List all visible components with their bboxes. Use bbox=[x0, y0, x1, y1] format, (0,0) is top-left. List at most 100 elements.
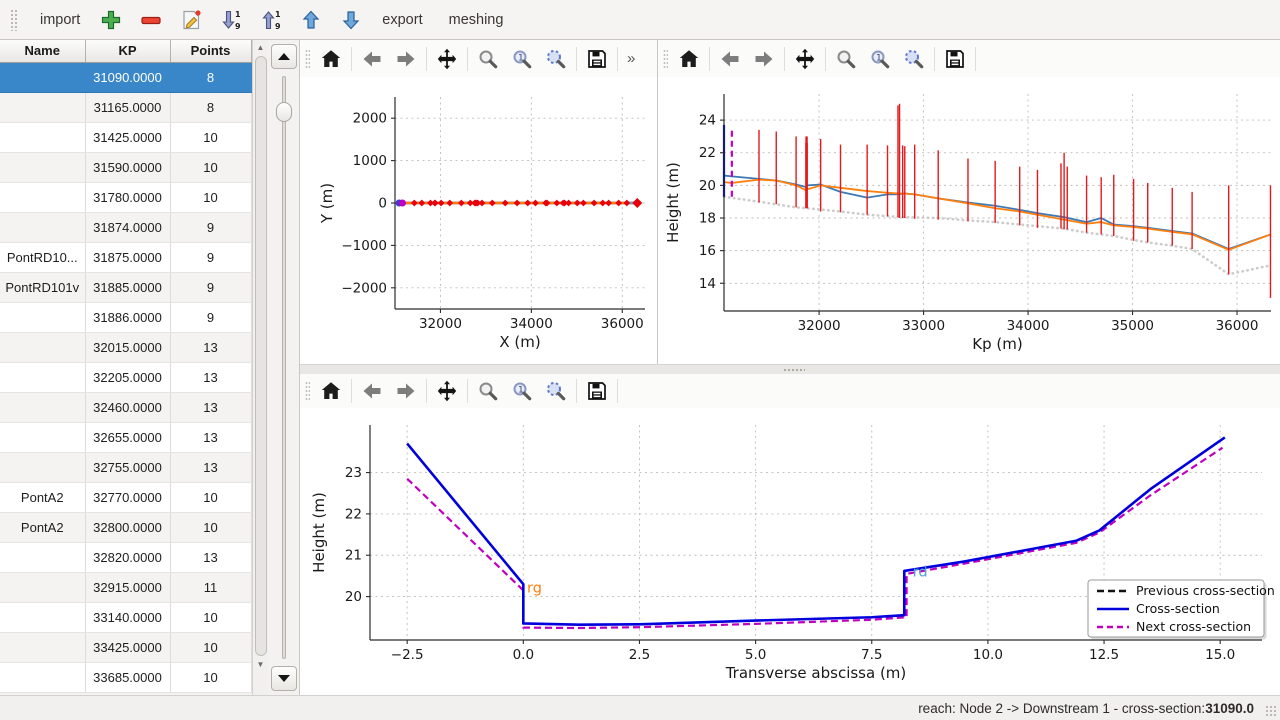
table-scrollbar-thumb[interactable] bbox=[255, 56, 267, 656]
cell-kp[interactable]: 32800.0000 bbox=[85, 512, 170, 542]
home-icon[interactable] bbox=[314, 376, 348, 406]
cell-points[interactable]: 9 bbox=[170, 272, 251, 302]
table-row[interactable]: 32915.000011 bbox=[0, 572, 251, 602]
cell-kp[interactable]: 31780.0000 bbox=[85, 182, 170, 212]
cell-points[interactable]: 9 bbox=[170, 242, 251, 272]
add-icon[interactable] bbox=[96, 5, 126, 35]
table-row[interactable]: 32015.000013 bbox=[0, 332, 251, 362]
cell-points[interactable]: 13 bbox=[170, 332, 251, 362]
cell-name[interactable]: PontA2 bbox=[0, 512, 85, 542]
table-row[interactable]: PontA232770.000010 bbox=[0, 482, 251, 512]
splitter-handle-icon[interactable] bbox=[783, 368, 805, 372]
cell-name[interactable] bbox=[0, 212, 85, 242]
move-up-icon[interactable] bbox=[296, 5, 326, 35]
home-icon[interactable] bbox=[672, 44, 706, 74]
pan-icon[interactable] bbox=[430, 376, 464, 406]
cell-name[interactable] bbox=[0, 362, 85, 392]
cell-points[interactable]: 13 bbox=[170, 542, 251, 572]
cell-points[interactable]: 13 bbox=[170, 452, 251, 482]
pan-icon[interactable] bbox=[430, 44, 464, 74]
cell-kp[interactable]: 31874.0000 bbox=[85, 212, 170, 242]
save-icon[interactable] bbox=[580, 376, 614, 406]
table-row[interactable]: 31090.00008 bbox=[0, 62, 251, 92]
sort-up-icon[interactable]: 19 bbox=[256, 5, 286, 35]
back-icon[interactable] bbox=[355, 44, 389, 74]
remove-icon[interactable] bbox=[136, 5, 166, 35]
table-row[interactable]: 33685.000010 bbox=[0, 662, 251, 692]
table-scrollbar[interactable]: ▲ ▼ bbox=[252, 40, 269, 695]
zoom-icon[interactable] bbox=[471, 376, 505, 406]
export-button[interactable]: export bbox=[372, 6, 432, 34]
cell-name[interactable] bbox=[0, 452, 85, 482]
next-section-button[interactable] bbox=[271, 666, 297, 691]
cell-kp[interactable]: 31590.0000 bbox=[85, 152, 170, 182]
cell-name[interactable] bbox=[0, 542, 85, 572]
cell-name[interactable] bbox=[0, 152, 85, 182]
cell-kp[interactable]: 32015.0000 bbox=[85, 332, 170, 362]
cell-points[interactable]: 13 bbox=[170, 392, 251, 422]
cell-kp[interactable]: 31885.0000 bbox=[85, 272, 170, 302]
cell-name[interactable] bbox=[0, 122, 85, 152]
cell-points[interactable]: 10 bbox=[170, 122, 251, 152]
table-row[interactable]: 32755.000013 bbox=[0, 452, 251, 482]
table-row[interactable]: PontRD10...31875.00009 bbox=[0, 242, 251, 272]
save-icon[interactable] bbox=[938, 44, 972, 74]
cell-points[interactable]: 10 bbox=[170, 482, 251, 512]
table-row[interactable]: PontRD101v31885.00009 bbox=[0, 272, 251, 302]
forward-icon[interactable] bbox=[747, 44, 781, 74]
cell-points[interactable]: 8 bbox=[170, 62, 251, 92]
zoom-icon[interactable] bbox=[471, 44, 505, 74]
cell-kp[interactable]: 32655.0000 bbox=[85, 422, 170, 452]
cell-name[interactable] bbox=[0, 62, 85, 92]
column-header-name[interactable]: Name bbox=[0, 40, 85, 62]
previous-section-button[interactable] bbox=[271, 44, 297, 69]
cell-points[interactable]: 10 bbox=[170, 632, 251, 662]
cell-points[interactable]: 9 bbox=[170, 302, 251, 332]
cell-kp[interactable]: 32820.0000 bbox=[85, 542, 170, 572]
cell-kp[interactable]: 33140.0000 bbox=[85, 602, 170, 632]
cell-kp[interactable]: 32770.0000 bbox=[85, 482, 170, 512]
pan-icon[interactable] bbox=[788, 44, 822, 74]
toolbar-overflow-icon[interactable]: » bbox=[621, 50, 641, 67]
zoom-select-icon[interactable] bbox=[539, 44, 573, 74]
zoom-select-icon[interactable] bbox=[897, 44, 931, 74]
cell-kp[interactable]: 33425.0000 bbox=[85, 632, 170, 662]
save-icon[interactable] bbox=[580, 44, 614, 74]
profile-chart[interactable]: 3200033000340003500036000141618202224Kp … bbox=[658, 77, 1279, 364]
cell-kp[interactable]: 33685.0000 bbox=[85, 662, 170, 692]
cell-kp[interactable]: 32460.0000 bbox=[85, 392, 170, 422]
cell-points[interactable]: 13 bbox=[170, 362, 251, 392]
zoom-one-icon[interactable]: 1 bbox=[863, 44, 897, 74]
section-slider-track[interactable] bbox=[282, 76, 286, 659]
table-row[interactable]: 31886.00009 bbox=[0, 302, 251, 332]
horizontal-splitter[interactable] bbox=[300, 364, 1280, 374]
cell-kp[interactable]: 31875.0000 bbox=[85, 242, 170, 272]
plan-chart[interactable]: 320003400036000−2000−1000010002000X (m)Y… bbox=[300, 77, 657, 364]
column-header-kp[interactable]: KP bbox=[85, 40, 170, 62]
cell-name[interactable] bbox=[0, 182, 85, 212]
table-row[interactable]: 33140.000010 bbox=[0, 602, 251, 632]
table-row[interactable]: 31425.000010 bbox=[0, 122, 251, 152]
cell-points[interactable]: 10 bbox=[170, 152, 251, 182]
cell-kp[interactable]: 31165.0000 bbox=[85, 92, 170, 122]
move-down-icon[interactable] bbox=[336, 5, 366, 35]
toolbar-grip[interactable] bbox=[663, 49, 668, 69]
table-row[interactable]: 32205.000013 bbox=[0, 362, 251, 392]
cell-name[interactable]: PontA2 bbox=[0, 482, 85, 512]
column-header-points[interactable]: Points bbox=[170, 40, 251, 62]
cell-points[interactable]: 10 bbox=[170, 182, 251, 212]
resize-grip[interactable] bbox=[1265, 705, 1277, 717]
zoom-one-icon[interactable]: 1 bbox=[505, 376, 539, 406]
table-row[interactable]: 31590.000010 bbox=[0, 152, 251, 182]
cell-name[interactable] bbox=[0, 602, 85, 632]
cell-points[interactable]: 11 bbox=[170, 572, 251, 602]
cell-points[interactable]: 10 bbox=[170, 512, 251, 542]
cell-points[interactable]: 8 bbox=[170, 92, 251, 122]
table-row[interactable]: 31874.00009 bbox=[0, 212, 251, 242]
zoom-one-icon[interactable]: 1 bbox=[505, 44, 539, 74]
cell-points[interactable]: 10 bbox=[170, 602, 251, 632]
home-icon[interactable] bbox=[314, 44, 348, 74]
cell-points[interactable]: 13 bbox=[170, 422, 251, 452]
sort-down-icon[interactable]: 19 bbox=[216, 5, 246, 35]
table-row[interactable]: 32460.000013 bbox=[0, 392, 251, 422]
